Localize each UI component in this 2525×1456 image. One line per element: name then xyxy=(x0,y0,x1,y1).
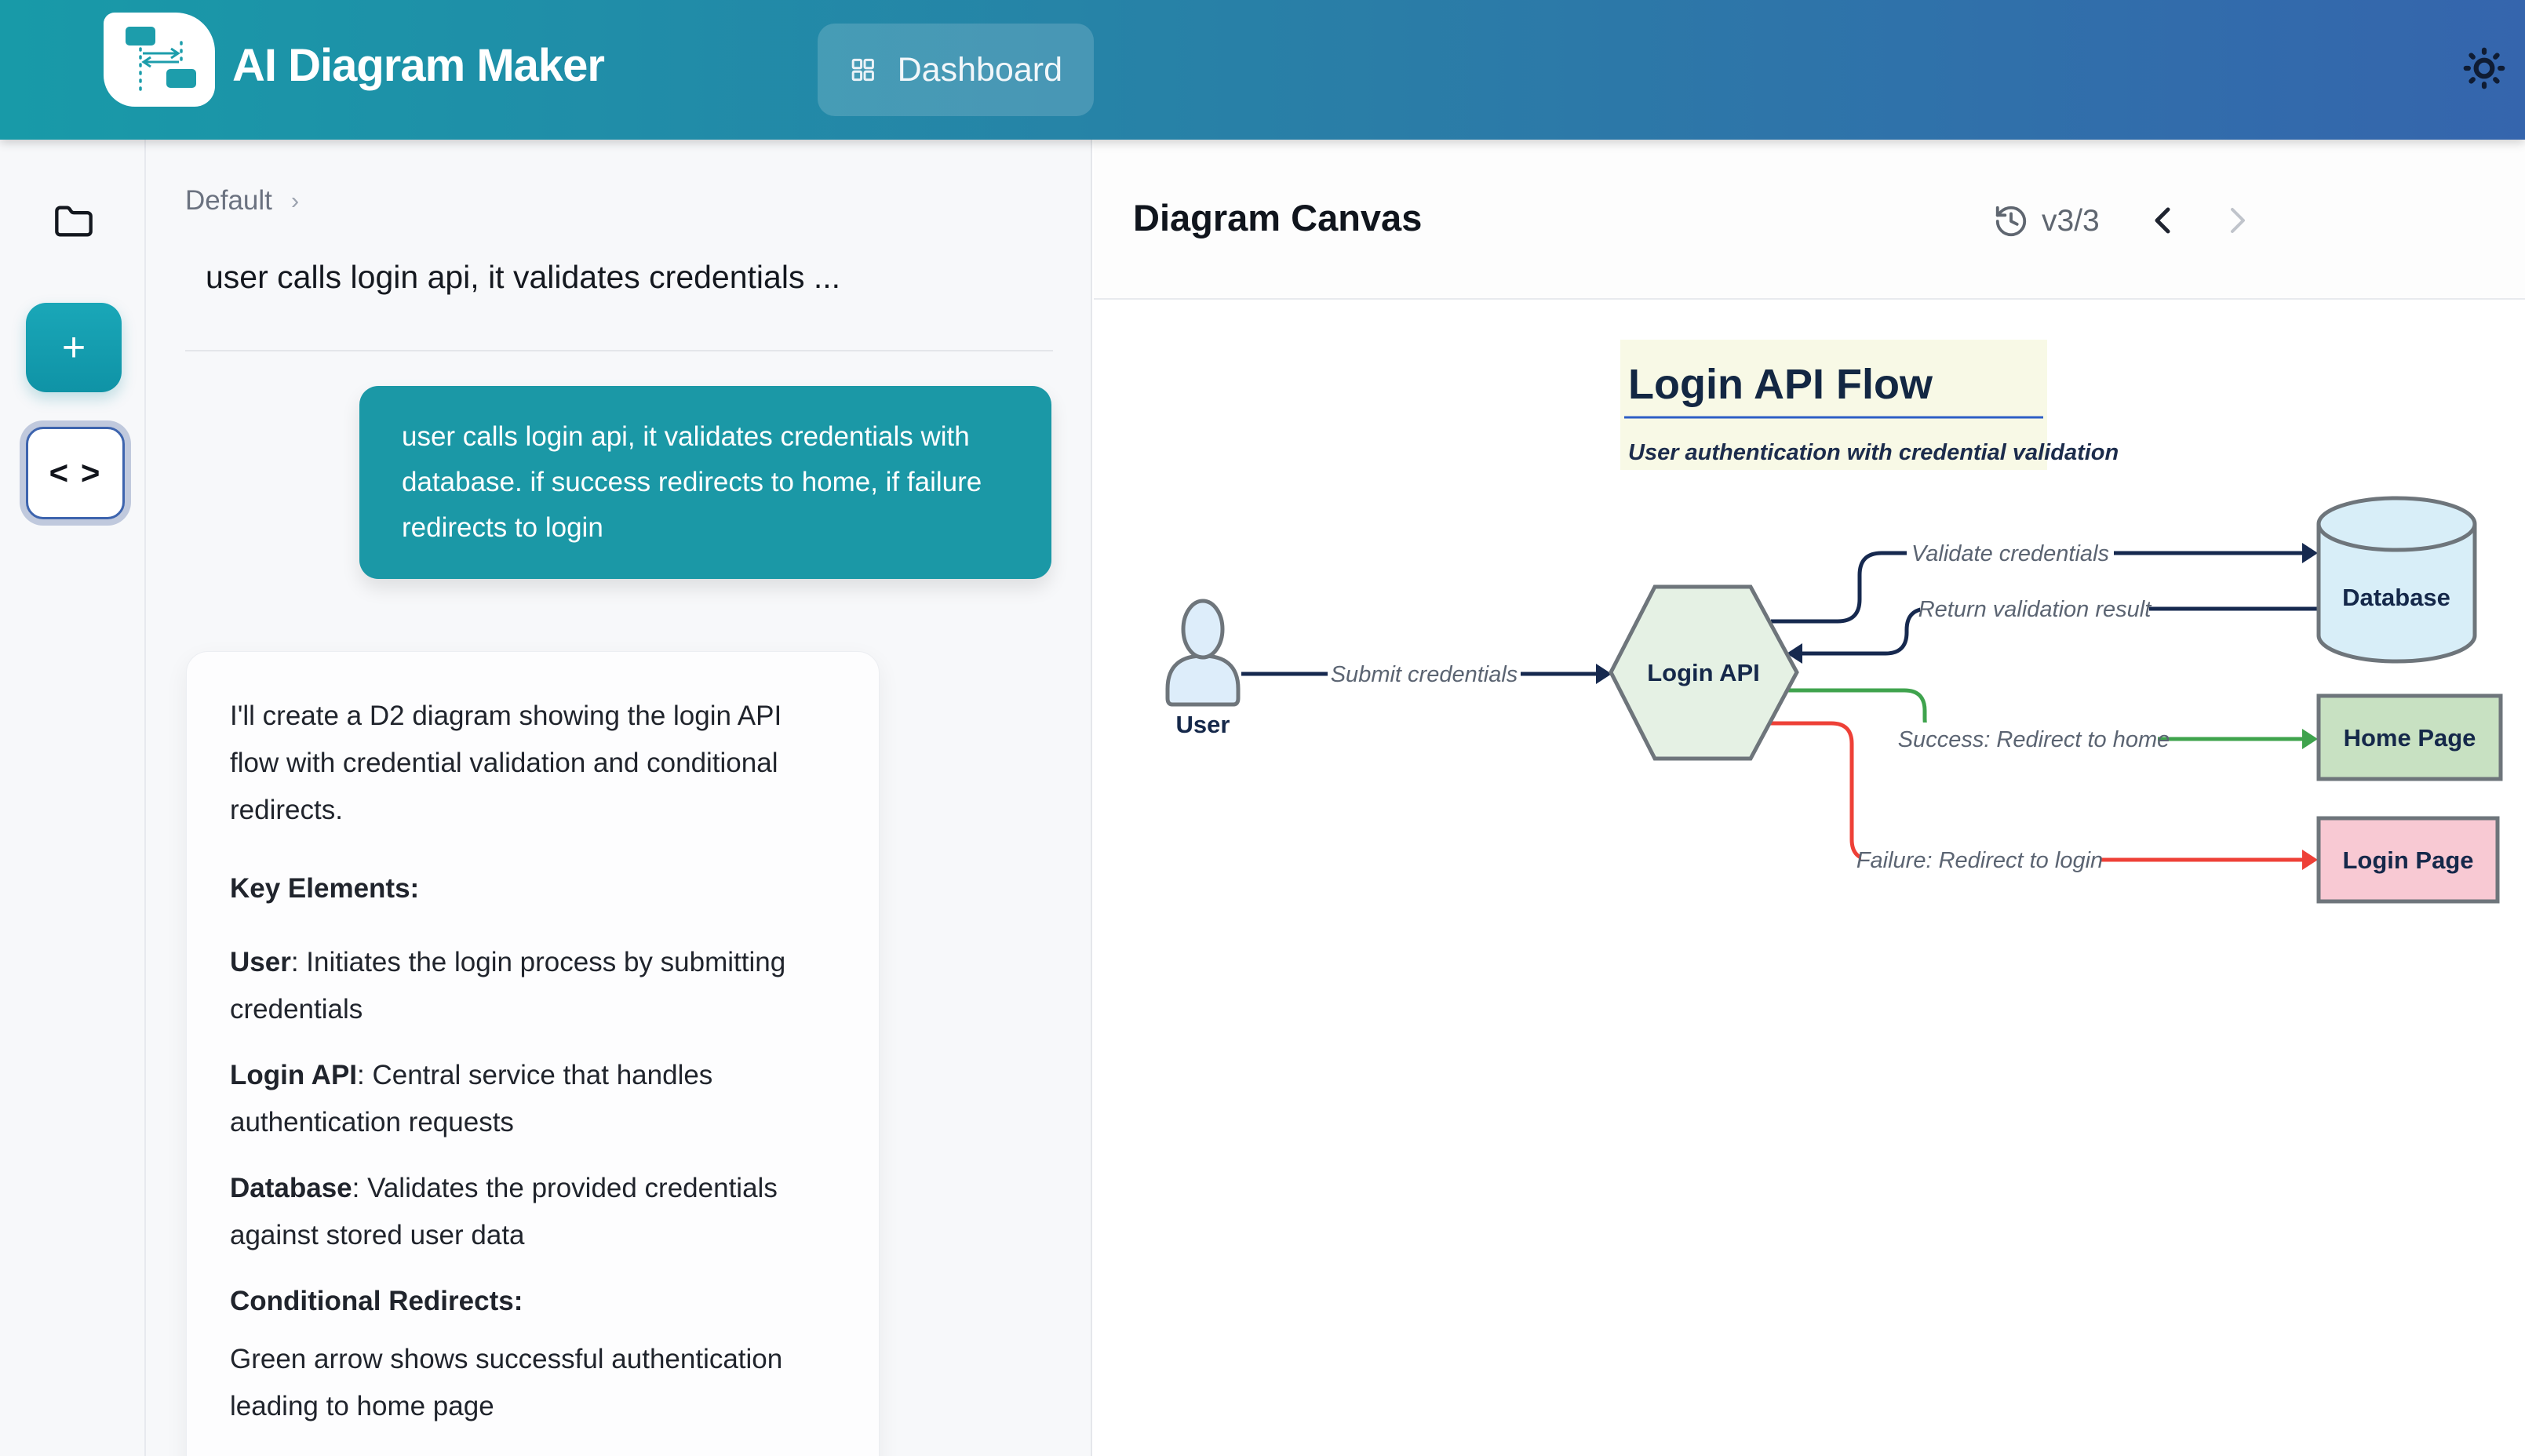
chat-panel: Default › user calls login api, it valid… xyxy=(146,140,1092,1456)
grid-icon xyxy=(849,50,877,89)
version-controls: v3/3 xyxy=(1993,199,2255,243)
node-home-page: Home Page xyxy=(2319,696,2501,779)
projects-folder-button[interactable] xyxy=(53,201,94,242)
node-database: Database xyxy=(2319,498,2475,661)
left-toolbar: + < > xyxy=(0,140,146,1456)
element-item: Database: Validates the provided credent… xyxy=(230,1165,818,1259)
chevron-left-icon xyxy=(2149,202,2176,239)
arrowhead xyxy=(2302,543,2318,563)
conversation-title: user calls login api, it validates crede… xyxy=(206,259,1053,296)
conditional-redirects-heading: Conditional Redirects: xyxy=(230,1278,818,1325)
assistant-message-card: I'll create a D2 diagram showing the log… xyxy=(186,651,880,1456)
app-header: AI Diagram Maker Dashboard xyxy=(0,0,2525,140)
node-label-home-page: Home Page xyxy=(2344,724,2476,752)
element-term: User xyxy=(230,947,291,977)
login-api-flow-diagram: Login API Flow User authentication with … xyxy=(1131,329,2512,949)
node-login-api: Login API xyxy=(1611,587,1797,759)
edge-label-failure: Failure: Redirect to login xyxy=(1856,848,2103,873)
node-login-page: Login Page xyxy=(2319,818,2498,901)
next-version-button[interactable] xyxy=(2221,199,2255,243)
divider xyxy=(185,350,1053,351)
node-user: User xyxy=(1168,601,1238,738)
edge-label-submit: Submit credentials xyxy=(1331,662,1518,687)
chevron-right-icon xyxy=(2224,202,2251,239)
history-icon xyxy=(1993,203,2029,239)
theme-toggle-button[interactable] xyxy=(2454,39,2514,99)
user-message-bubble: user calls login api, it validates crede… xyxy=(359,386,1051,579)
diagram-subtitle: User authentication with credential vali… xyxy=(1628,440,2119,465)
app-root: AI Diagram Maker Dashboard xyxy=(0,0,2525,1456)
previous-version-button[interactable] xyxy=(2145,199,2180,243)
dashboard-button[interactable]: Dashboard xyxy=(818,24,1094,116)
breadcrumb: Default › xyxy=(185,185,299,217)
arrowhead xyxy=(1596,664,1612,684)
canvas-title: Diagram Canvas xyxy=(1133,196,1422,239)
plus-icon: + xyxy=(62,325,86,370)
sequence-diagram-logo-icon xyxy=(104,13,215,105)
arrowhead xyxy=(2302,850,2318,870)
element-item: Login API: Central service that handles … xyxy=(230,1052,818,1146)
code-view-button[interactable]: < > xyxy=(26,427,125,519)
arrowhead xyxy=(2302,729,2318,749)
edge-label-validate: Validate credentials xyxy=(1911,541,2109,566)
breadcrumb-project[interactable]: Default xyxy=(185,185,272,217)
node-label-user: User xyxy=(1176,711,1230,738)
node-label-login-api: Login API xyxy=(1647,659,1760,686)
element-term: Database xyxy=(230,1173,352,1203)
sun-icon xyxy=(2460,44,2509,93)
version-label: v3/3 xyxy=(2042,204,2100,238)
diagram-title: Login API Flow xyxy=(1628,361,1933,408)
element-item: User: Initiates the login process by sub… xyxy=(230,939,818,1033)
node-label-database: Database xyxy=(2342,584,2450,611)
edge-label-return: Return validation result xyxy=(1918,597,2153,622)
person-head xyxy=(1183,601,1222,657)
code-brackets-icon: < > xyxy=(49,454,102,491)
element-description: : Initiates the login process by submitt… xyxy=(230,947,785,1025)
redirects-note: Green arrow shows successful authenticat… xyxy=(230,1336,818,1430)
node-label-login-page: Login Page xyxy=(2342,846,2473,874)
diagram-canvas[interactable]: Login API Flow User authentication with … xyxy=(1131,329,2512,949)
app-title: AI Diagram Maker xyxy=(232,39,604,92)
canvas-header: Diagram Canvas v3/3 xyxy=(1094,140,2525,300)
edge-label-success: Success: Redirect to home xyxy=(1898,727,2170,752)
assistant-intro: I'll create a D2 diagram showing the log… xyxy=(230,693,818,834)
canvas-panel: Diagram Canvas v3/3 xyxy=(1094,140,2525,1456)
person-body xyxy=(1168,656,1238,704)
folder-icon xyxy=(53,201,94,242)
element-term: Login API xyxy=(230,1060,357,1090)
new-diagram-button[interactable]: + xyxy=(26,303,122,392)
breadcrumb-chevron-icon: › xyxy=(291,187,299,215)
dashboard-label: Dashboard xyxy=(898,51,1062,89)
app-logo xyxy=(104,13,215,107)
key-elements-heading: Key Elements: xyxy=(230,865,818,912)
